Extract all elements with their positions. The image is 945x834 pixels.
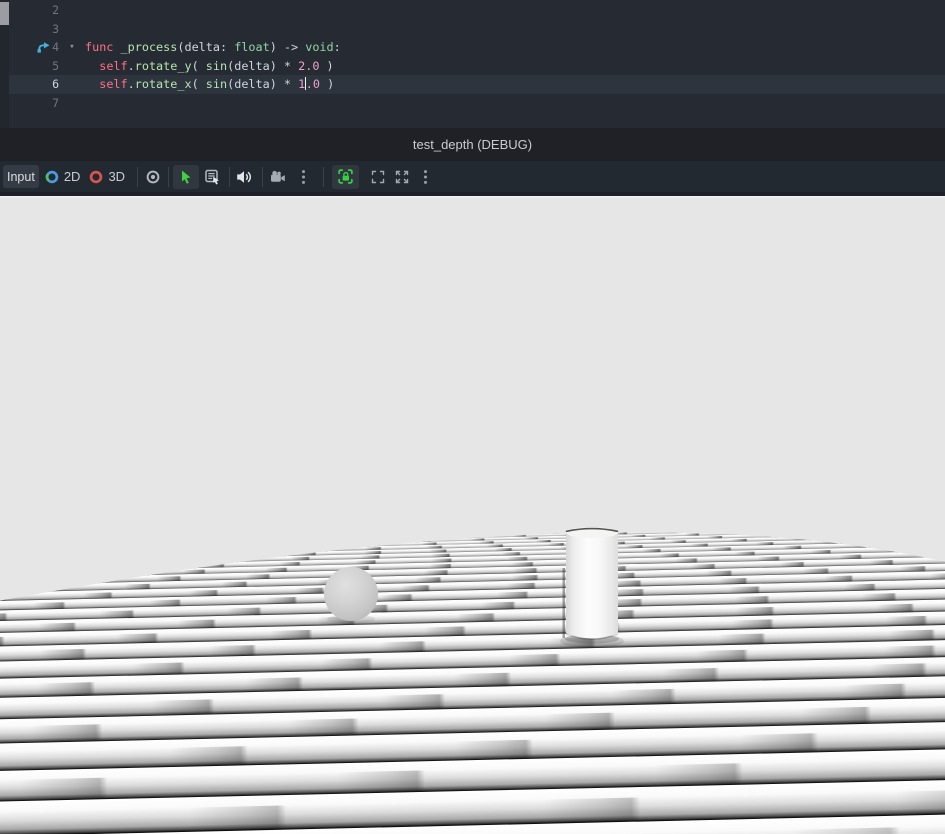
code-lines[interactable]: 2 3 4 ▾ func _process(delta: float) -> void:… <box>9 1 945 112</box>
toolbar-separator <box>323 166 325 187</box>
shrink-window-icon <box>371 170 385 183</box>
code-line[interactable]: 6 self.rotate_x( sin(delta) * 1.0 ) <box>9 75 945 94</box>
camera-override-icon <box>146 170 160 183</box>
input-mode-button[interactable]: Input <box>3 165 39 188</box>
fullscreen-button[interactable] <box>393 165 411 189</box>
line-number[interactable]: 7 <box>9 96 59 110</box>
embed-menu-button[interactable] <box>421 165 429 189</box>
editor-scrollbar[interactable] <box>0 0 9 128</box>
fullscreen-icon <box>395 170 409 183</box>
node-3d-icon <box>90 170 103 183</box>
select-mode-button[interactable] <box>173 164 200 189</box>
rendered-3d-scene <box>0 196 945 834</box>
camera-button[interactable] <box>269 165 287 189</box>
mode-3d-button[interactable]: 3D <box>88 169 125 185</box>
game-toolbar: Input 2D 3D <box>0 161 945 192</box>
godot-editor-window: 2 3 4 ▾ func _process(delta: float) -> void:… <box>0 0 945 834</box>
menu-kebab-icon <box>423 169 427 184</box>
camera-override-button[interactable] <box>144 165 162 189</box>
mode-2d-button[interactable]: 2D <box>44 169 81 185</box>
line-number[interactable]: 5 <box>9 59 59 73</box>
code-line[interactable]: 7 <box>9 94 945 113</box>
game-window-title: test_depth (DEBUG) <box>412 137 533 152</box>
cylinder-mesh <box>560 527 624 648</box>
cylinder-body <box>566 533 618 639</box>
script-editor[interactable]: 2 3 4 ▾ func _process(delta: float) -> void:… <box>0 0 945 128</box>
code-text: func _process(delta: float) -> void: <box>85 40 341 55</box>
cylinder-left-edge-shadow <box>562 568 565 638</box>
embed-game-button[interactable] <box>332 164 360 189</box>
game-window-titlebar: test_depth (DEBUG) <box>0 128 945 161</box>
toolbar-separator <box>229 166 231 187</box>
line-number[interactable]: 2 <box>9 3 59 17</box>
menu-kebab-icon <box>301 169 305 184</box>
select-list-icon <box>204 169 219 185</box>
shrink-window-button[interactable] <box>369 165 387 189</box>
code-line[interactable]: 2 <box>9 1 945 20</box>
game-viewport[interactable] <box>0 196 945 834</box>
line-number[interactable]: 6 <box>9 77 59 91</box>
mode-2d-label: 2D <box>63 169 81 184</box>
fold-chevron-icon[interactable]: ▾ <box>59 42 85 52</box>
embed-lock-icon <box>338 169 353 184</box>
audio-button[interactable] <box>235 165 253 189</box>
code-line[interactable]: 3 <box>9 20 945 39</box>
code-text: self.rotate_x( sin(delta) * 1.0 ) <box>99 77 335 92</box>
line-number[interactable]: 3 <box>9 22 59 36</box>
code-line[interactable]: 4 ▾ func _process(delta: float) -> void: <box>9 38 945 57</box>
code-line[interactable]: 5 self.rotate_y( sin(delta) * 2.0 ) <box>9 57 945 76</box>
viewport-top-line <box>0 196 945 198</box>
mode-3d-label: 3D <box>108 169 126 184</box>
scrollbar-handle[interactable] <box>0 2 9 25</box>
sphere-mesh <box>324 567 378 621</box>
select-list-button[interactable] <box>203 165 221 189</box>
code-text: self.rotate_y( sin(delta) * 2.0 ) <box>99 58 334 73</box>
toolbar-separator <box>168 166 170 187</box>
camera-icon <box>270 170 285 182</box>
node-2d-icon <box>45 170 59 183</box>
toolbar-separator <box>262 166 264 187</box>
input-mode-label: Input <box>7 169 35 184</box>
execution-line-arrow <box>37 42 50 53</box>
audio-icon <box>237 170 252 183</box>
camera-menu-button[interactable] <box>299 165 307 189</box>
select-cursor-icon <box>182 170 191 184</box>
toolbar-separator <box>137 166 139 187</box>
